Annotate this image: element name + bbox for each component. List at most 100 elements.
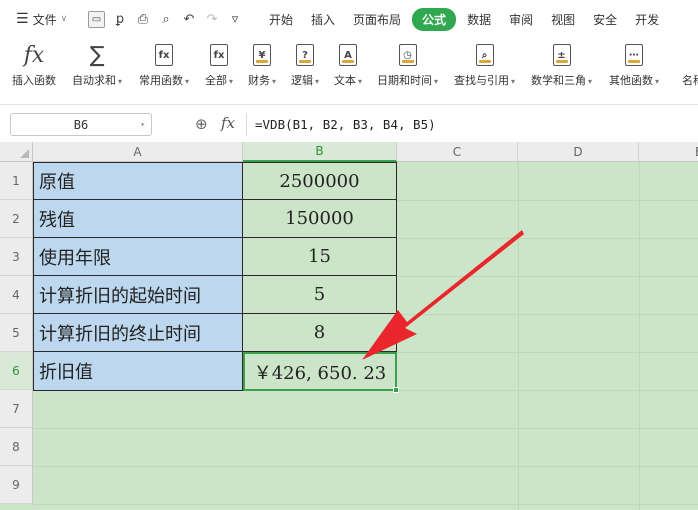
column-header-c[interactable]: C (397, 142, 518, 162)
print-icon[interactable]: ⎙ (135, 12, 151, 27)
row-header-3[interactable]: 3 (0, 238, 33, 276)
other-functions-label: 其他函数 (609, 74, 653, 87)
financial-button[interactable]: ¥ 财务 ▾ (248, 40, 276, 88)
cell-b2[interactable]: 150000 (243, 200, 397, 238)
zoom-search-icon[interactable]: ⊕ (195, 115, 208, 133)
logical-button[interactable]: ? 逻辑 ▾ (291, 40, 319, 88)
row-header-4[interactable]: 4 (0, 276, 33, 314)
cell-a5[interactable]: 计算折旧的终止时间 (33, 314, 243, 352)
tab-developer[interactable]: 开发 (626, 11, 668, 28)
tab-view[interactable]: 视图 (542, 11, 584, 28)
autosum-label: 自动求和 (72, 74, 116, 87)
caret-down-icon: ▾ (655, 77, 660, 86)
spreadsheet-grid[interactable]: A B C D E 1 2 3 4 5 6 7 8 9 原值 2500000 残… (0, 142, 698, 510)
caret-down-icon: ▾ (315, 77, 320, 86)
quick-access-toolbar: ▭ ꝑ ⎙ ⌕ ↶ ↷ ▿ (84, 10, 260, 28)
row-header-9[interactable]: 9 (0, 466, 33, 504)
gridline (518, 162, 519, 510)
name-box[interactable]: B6 ▾ (10, 113, 152, 136)
row-header-2[interactable]: 2 (0, 200, 33, 238)
caret-down-icon: ▾ (272, 77, 277, 86)
redo-icon[interactable]: ↷ (204, 12, 220, 27)
insert-function-label: 插入函数 (12, 74, 56, 87)
gridline (33, 504, 698, 505)
text-functions-label: 文本 (334, 74, 356, 87)
date-time-button[interactable]: ◷ 日期和时间 ▾ (377, 40, 438, 88)
sigma-icon: ∑ (89, 42, 105, 68)
clock-book-icon: ◷ (398, 44, 417, 66)
chevron-down-icon: ▾ (140, 120, 145, 129)
financial-label: 财务 (248, 74, 270, 87)
cell-b6-active[interactable]: ￥426, 650. 23 (243, 352, 397, 391)
tab-home[interactable]: 开始 (260, 11, 302, 28)
caret-down-icon: ▾ (185, 77, 190, 86)
formula-input[interactable]: =VDB(B1, B2, B3, B4, B5) (246, 113, 698, 136)
row-header-8[interactable]: 8 (0, 428, 33, 466)
gridline (33, 428, 698, 429)
file-menu[interactable]: ☰ 文件 ∨ (0, 11, 84, 28)
tab-data[interactable]: 数据 (458, 11, 500, 28)
more-book-icon: ⋯ (625, 44, 643, 66)
math-trig-button[interactable]: ± 数学和三角 ▾ (531, 40, 592, 88)
column-header-d[interactable]: D (518, 142, 639, 162)
formula-bar: B6 ▾ ⊕ fx =VDB(B1, B2, B3, B4, B5) (0, 104, 698, 142)
fx-icon: fx (23, 42, 45, 68)
cell-b4[interactable]: 5 (243, 276, 397, 314)
tab-page-layout[interactable]: 页面布局 (344, 11, 410, 28)
column-header-e[interactable]: E (639, 142, 698, 162)
tab-security[interactable]: 安全 (584, 11, 626, 28)
chevron-down-icon: ∨ (60, 14, 68, 24)
column-header-b[interactable]: B (243, 142, 397, 162)
row-header-1[interactable]: 1 (0, 162, 33, 200)
yen-book-icon: ¥ (253, 44, 271, 66)
cell-b3[interactable]: 15 (243, 238, 397, 276)
common-functions-label: 常用函数 (139, 74, 183, 87)
gridline (639, 162, 640, 510)
select-all-corner[interactable] (0, 142, 33, 162)
cell-a2[interactable]: 残值 (33, 200, 243, 238)
cell-a6[interactable]: 折旧值 (33, 352, 243, 391)
tab-review[interactable]: 审阅 (500, 11, 542, 28)
caret-down-icon: ▾ (229, 77, 234, 86)
gridline (33, 466, 698, 467)
cell-a4[interactable]: 计算折旧的起始时间 (33, 276, 243, 314)
row-header-5[interactable]: 5 (0, 314, 33, 352)
row-header-6[interactable]: 6 (0, 352, 33, 390)
cell-b5[interactable]: 8 (243, 314, 397, 352)
caret-down-icon: ▾ (588, 77, 593, 86)
logical-label: 逻辑 (291, 74, 313, 87)
math-trig-label: 数学和三角 (531, 74, 586, 87)
lookup-reference-label: 查找与引用 (454, 74, 509, 87)
menu-bar: ☰ 文件 ∨ ▭ ꝑ ⎙ ⌕ ↶ ↷ ▿ 开始 插入 页面布局 公式 数据 审阅… (0, 0, 698, 38)
cell-a1[interactable]: 原值 (33, 162, 243, 200)
question-book-icon: ? (296, 44, 314, 66)
cell-b1[interactable]: 2500000 (243, 162, 397, 200)
a-book-icon: A (339, 44, 357, 66)
fx-box-icon: fx (210, 44, 228, 66)
math-book-icon: ± (552, 44, 571, 66)
common-functions-button[interactable]: fx 常用函数 ▾ (139, 40, 189, 88)
tab-formulas[interactable]: 公式 (412, 7, 457, 31)
fill-handle[interactable] (393, 387, 399, 393)
other-functions-button[interactable]: ⋯ 其他函数 ▾ (609, 40, 659, 88)
column-header-a[interactable]: A (33, 142, 243, 162)
caret-down-icon: ▾ (358, 77, 363, 86)
undo-icon[interactable]: ↶ (181, 12, 197, 27)
customize-toolbar-icon[interactable]: ▿ (227, 12, 243, 27)
lookup-reference-button[interactable]: ⌕ 查找与引用 ▾ (454, 40, 515, 88)
all-functions-label: 全部 (205, 74, 227, 87)
formula-ribbon: fx 插入函数 ∑ 自动求和 ▾ fx 常用函数 ▾ fx 全部 ▾ ¥ 财务 ▾ ? … (0, 38, 698, 100)
name-manager-button[interactable]: 名称 (682, 40, 698, 88)
all-functions-button[interactable]: fx 全部 ▾ (205, 40, 233, 88)
save-icon[interactable]: ▭ (88, 10, 105, 28)
autosum-button[interactable]: ∑ 自动求和 ▾ (72, 40, 122, 88)
print-preview-icon[interactable]: ⌕ (158, 12, 174, 27)
row-header-7[interactable]: 7 (0, 390, 33, 428)
insert-function-fx-icon[interactable]: fx (221, 114, 235, 132)
tab-insert[interactable]: 插入 (302, 11, 344, 28)
text-functions-button[interactable]: A 文本 ▾ (334, 40, 362, 88)
format-painter-icon[interactable]: ꝑ (112, 12, 128, 27)
insert-function-button[interactable]: fx 插入函数 (12, 40, 56, 88)
cell-a3[interactable]: 使用年限 (33, 238, 243, 276)
search-book-icon: ⌕ (475, 44, 494, 66)
